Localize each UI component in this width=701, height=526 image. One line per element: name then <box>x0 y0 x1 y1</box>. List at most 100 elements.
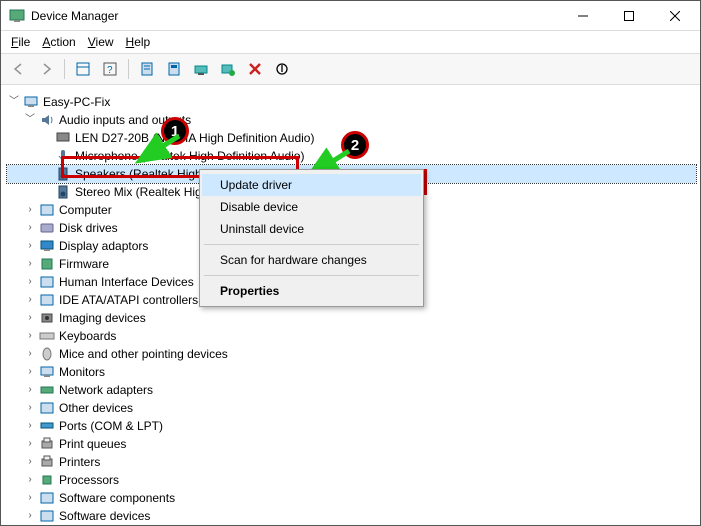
ctx-separator <box>204 275 419 276</box>
window-title: Device Manager <box>31 9 560 23</box>
tree-item-label: LEN D27-20B (NVIDIA High Definition Audi… <box>75 129 314 147</box>
menu-file[interactable]: File <box>11 35 30 49</box>
tree-category-label: Print queues <box>59 435 126 453</box>
tree-item-label: Microphone (Realtek High Definition Audi… <box>75 147 304 165</box>
expand-icon[interactable]: › <box>23 363 37 381</box>
network-icon <box>39 382 55 398</box>
tree-category-label: Other devices <box>59 399 133 417</box>
tree-device-item[interactable]: LEN D27-20B (NVIDIA High Definition Audi… <box>7 129 696 147</box>
toolbar: ? <box>1 53 700 85</box>
tree-category[interactable]: ›Processors <box>7 471 696 489</box>
toolbar-separator <box>64 59 65 79</box>
tree-category-label: Keyboards <box>59 327 116 345</box>
expand-icon[interactable]: › <box>23 381 37 399</box>
expand-icon[interactable]: › <box>23 399 37 417</box>
tree-category-label: Display adaptors <box>59 237 148 255</box>
context-menu: Update driver Disable device Uninstall d… <box>199 169 424 307</box>
tree-device-item[interactable]: Microphone (Realtek High Definition Audi… <box>7 147 696 165</box>
expand-icon[interactable]: › <box>23 507 37 523</box>
tree-category-label: Network adapters <box>59 381 153 399</box>
sw-icon <box>39 490 55 506</box>
display-icon <box>39 238 55 254</box>
tree-category[interactable]: › Keyboards <box>7 327 696 345</box>
tree-root[interactable]: ﹀ Easy-PC-Fix <box>7 93 696 111</box>
tree-category[interactable]: ›Mice and other pointing devices <box>7 345 696 363</box>
cpu-icon <box>39 472 55 488</box>
tree-category-label: Audio inputs and outputs <box>59 111 191 129</box>
keyboard-icon <box>39 328 55 344</box>
sw-icon <box>39 508 55 523</box>
minimize-button[interactable] <box>560 1 606 31</box>
expand-icon[interactable]: › <box>23 453 37 471</box>
toolbar-separator <box>128 59 129 79</box>
update-driver-button[interactable] <box>189 57 213 81</box>
svg-text:?: ? <box>107 65 113 76</box>
properties-alt-button[interactable] <box>162 57 186 81</box>
tree-category-label: Imaging devices <box>59 309 146 327</box>
tree-category-label: Printers <box>59 453 100 471</box>
uninstall-button[interactable] <box>243 57 267 81</box>
tree-category-label: Firmware <box>59 255 109 273</box>
collapse-icon[interactable]: ﹀ <box>23 111 37 129</box>
hid-icon <box>39 274 55 290</box>
tree-category[interactable]: › Print queues <box>7 435 696 453</box>
forward-button[interactable] <box>34 57 58 81</box>
close-button[interactable] <box>652 1 698 31</box>
menu-help[interactable]: Help <box>126 35 151 49</box>
title-bar: Device Manager <box>1 1 700 31</box>
expand-icon[interactable]: › <box>23 471 37 489</box>
tree-category[interactable]: ›Software devices <box>7 507 696 523</box>
expand-icon[interactable]: › <box>23 273 37 291</box>
expand-icon[interactable]: › <box>23 435 37 453</box>
expand-icon[interactable]: › <box>23 255 37 273</box>
back-button[interactable] <box>7 57 31 81</box>
help-topic-button[interactable]: ? <box>98 57 122 81</box>
expand-icon[interactable]: › <box>23 327 37 345</box>
tree-root-label: Easy-PC-Fix <box>43 93 110 111</box>
expand-icon[interactable]: › <box>23 237 37 255</box>
microphone-icon <box>55 148 71 164</box>
scan-hardware-button[interactable] <box>216 57 240 81</box>
ctx-uninstall-device[interactable]: Uninstall device <box>202 218 421 240</box>
ctx-disable-device[interactable]: Disable device <box>202 196 421 218</box>
properties-button[interactable] <box>135 57 159 81</box>
ctx-update-driver[interactable]: Update driver <box>202 174 421 196</box>
disable-button[interactable] <box>270 57 294 81</box>
speaker-icon <box>55 166 71 182</box>
speaker-icon <box>55 130 71 146</box>
expand-icon[interactable]: › <box>23 417 37 435</box>
tree-category[interactable]: › Monitors <box>7 363 696 381</box>
expand-icon[interactable]: › <box>23 345 37 363</box>
menu-bar: File Action View Help <box>1 31 700 53</box>
show-hide-button[interactable] <box>71 57 95 81</box>
ctx-properties[interactable]: Properties <box>202 280 421 302</box>
ide-icon <box>39 292 55 308</box>
tree-category-label: Monitors <box>59 363 105 381</box>
expand-icon[interactable]: › <box>23 201 37 219</box>
tree-category[interactable]: ›Software components <box>7 489 696 507</box>
tree-category[interactable]: › Printers <box>7 453 696 471</box>
expand-icon[interactable]: › <box>23 291 37 309</box>
expand-icon[interactable]: › <box>23 219 37 237</box>
maximize-button[interactable] <box>606 1 652 31</box>
monitor-icon <box>39 364 55 380</box>
tree-category-label: Computer <box>59 201 112 219</box>
disk-icon <box>39 220 55 236</box>
menu-action[interactable]: Action <box>42 35 75 49</box>
ctx-scan-hardware[interactable]: Scan for hardware changes <box>202 249 421 271</box>
menu-view[interactable]: View <box>88 35 114 49</box>
tree-category[interactable]: › Network adapters <box>7 381 696 399</box>
speaker-icon <box>55 184 71 200</box>
printer-icon <box>39 454 55 470</box>
expand-icon[interactable]: › <box>23 489 37 507</box>
expand-icon[interactable]: › <box>23 309 37 327</box>
tree-category[interactable]: › Other devices <box>7 399 696 417</box>
tree-category-label: Ports (COM & LPT) <box>59 417 163 435</box>
camera-icon <box>39 310 55 326</box>
app-icon <box>9 8 25 24</box>
collapse-icon[interactable]: ﹀ <box>7 93 21 111</box>
tree-category-audio[interactable]: ﹀ Audio inputs and outputs <box>7 111 696 129</box>
chip-icon <box>39 256 55 272</box>
tree-category[interactable]: › Ports (COM & LPT) <box>7 417 696 435</box>
tree-category[interactable]: › Imaging devices <box>7 309 696 327</box>
